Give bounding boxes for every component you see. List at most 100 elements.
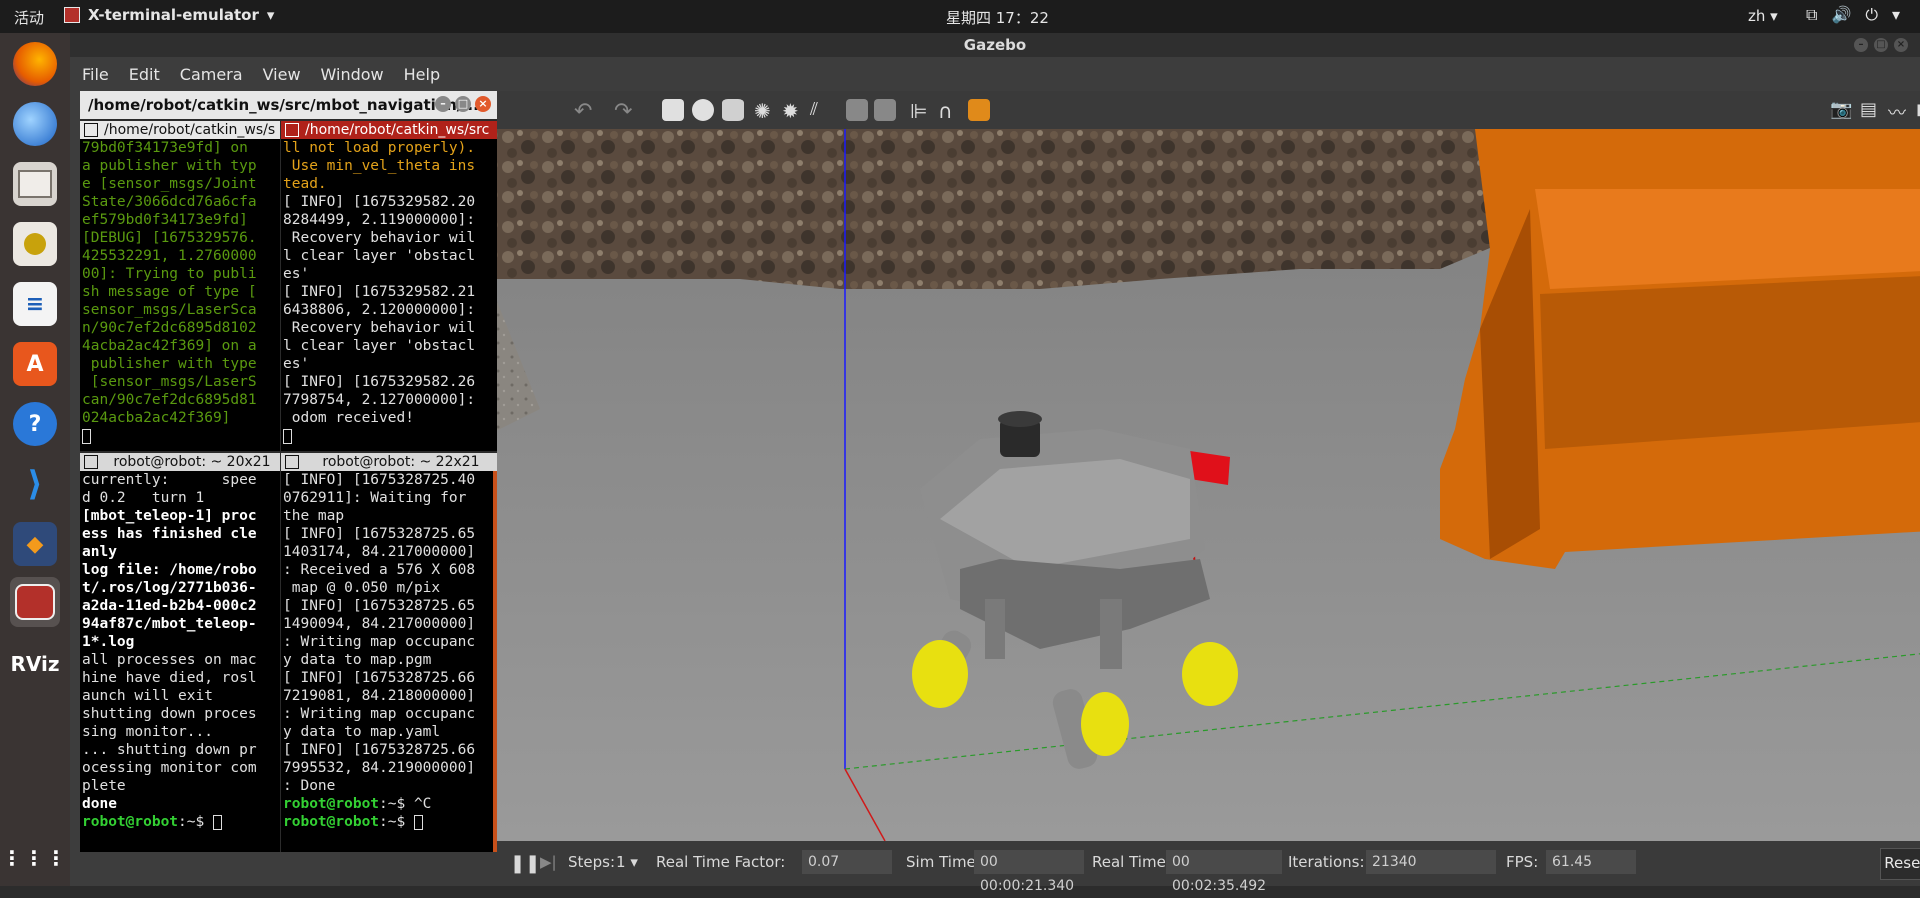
snap-icon[interactable]: ∩ xyxy=(938,99,960,123)
minimize-button[interactable]: – xyxy=(1854,38,1868,52)
terminal-icon[interactable] xyxy=(10,577,60,627)
chevron-down-icon[interactable]: ▾ xyxy=(1892,5,1900,25)
menu-help[interactable]: Help xyxy=(404,65,440,84)
menu-edit[interactable]: Edit xyxy=(129,65,160,84)
output-line: t/.ros/log/2771b036- xyxy=(82,580,257,596)
output-line: 7219081, 84.218000000] xyxy=(283,688,476,704)
software-center-icon[interactable]: A xyxy=(10,339,60,389)
output-line: 94af87c/mbot_teleop- xyxy=(82,616,257,632)
steps-spinner[interactable]: 1 ▾ xyxy=(616,853,638,871)
gazebo-title-bar[interactable]: Gazebo – □ × xyxy=(70,33,1920,57)
output-line: [ INFO] [1675328725.65 xyxy=(283,526,476,542)
undo-icon[interactable]: ↶ xyxy=(574,99,596,124)
language-label: zh xyxy=(1748,7,1766,25)
firefox-icon[interactable] xyxy=(10,39,60,89)
maximize-button[interactable]: □ xyxy=(455,96,471,112)
prompt-line: robot@robot:~$ xyxy=(283,813,475,831)
fps-label: FPS: xyxy=(1506,853,1539,871)
libreoffice-writer-icon[interactable]: ≡ xyxy=(10,279,60,329)
log-icon[interactable]: ▤ xyxy=(1860,99,1882,121)
maximize-button[interactable]: □ xyxy=(1874,38,1888,52)
pane-title-text: /home/robot/catkin_ws/s xyxy=(104,122,276,138)
screenshot-icon[interactable]: 📷 xyxy=(1830,99,1852,121)
pause-icon[interactable]: ❚❚ xyxy=(510,853,540,874)
redo-icon[interactable]: ↷ xyxy=(614,99,636,124)
terminal-pane-bottom-left[interactable]: robot@robot: ~ 20x21 currently: spee d 0.… xyxy=(80,453,280,852)
cursor xyxy=(413,814,423,830)
output-line: 7995532, 84.219000000] xyxy=(283,760,476,776)
app-menu[interactable]: X-terminal-emulator ▾ xyxy=(64,6,274,24)
output-line: ll not load properly). xyxy=(283,140,476,156)
output-line: log file: /home/robo xyxy=(82,562,257,578)
sphere-shape-icon[interactable] xyxy=(692,99,714,121)
rviz-icon[interactable]: RViz xyxy=(10,639,60,689)
output-line: 6438806, 2.120000000]: xyxy=(283,302,476,318)
menu-camera[interactable]: Camera xyxy=(180,65,243,84)
pane-title-text: /home/robot/catkin_ws/src xyxy=(305,122,490,138)
output-line: map @ 0.050 m/pix xyxy=(283,580,441,596)
output-line: [ INFO] [1675329582.20 xyxy=(283,194,476,210)
output-line: l clear layer 'obstacl xyxy=(283,338,476,354)
grid-icon xyxy=(84,123,98,137)
output-line: : Writing map occupanc xyxy=(283,706,476,722)
clock[interactable]: 星期四 17：22 xyxy=(946,7,1049,28)
menu-file[interactable]: File xyxy=(82,65,109,84)
close-button[interactable]: × xyxy=(475,96,491,112)
output-line: y data to map.yaml xyxy=(283,724,441,740)
system-tray[interactable]: ⧉ 🔊 ⏻ ▾ xyxy=(1806,5,1900,25)
prompt-user: robot@robot xyxy=(82,814,179,830)
step-icon[interactable]: ▶| xyxy=(540,853,557,871)
network-icon[interactable]: ⧉ xyxy=(1806,5,1817,25)
scrollbar[interactable] xyxy=(493,471,497,852)
change-view-icon[interactable] xyxy=(968,99,990,121)
reset-time-button[interactable]: Reset Time xyxy=(1880,848,1920,880)
rear-right-wheel xyxy=(1182,642,1238,706)
output-line: 79bd0f34173e9fd] on xyxy=(82,140,248,156)
thunderbird-icon[interactable] xyxy=(10,99,60,149)
terminal-pane-top-left[interactable]: /home/robot/catkin_ws/s 79bd0f34173e9fd]… xyxy=(80,121,280,451)
terminal-pane-top-right[interactable]: /home/robot/catkin_ws/src ll not load pr… xyxy=(281,121,497,451)
vscode-icon[interactable]: ⟩ xyxy=(10,459,60,509)
output-line: [ INFO] [1675328725.66 xyxy=(283,742,476,758)
box-shape-icon[interactable] xyxy=(662,99,684,121)
output-line: tead. xyxy=(283,176,327,192)
sim-time-label: Sim Time: xyxy=(906,853,981,871)
steps-value: 1 xyxy=(616,853,626,871)
prompt-line: robot@robot:~$ ^C xyxy=(283,795,475,813)
files-icon[interactable] xyxy=(10,159,60,209)
help-icon[interactable]: ? xyxy=(10,399,60,449)
copy-icon[interactable] xyxy=(846,99,868,121)
virtualbox-icon[interactable]: ◆ xyxy=(10,519,60,569)
terminal-title-bar[interactable]: /home/robot/catkin_ws/src/mbot_navigatio… xyxy=(80,91,497,119)
spot-light-icon[interactable]: ✹ xyxy=(782,99,804,123)
align-icon[interactable]: ⊫ xyxy=(910,99,932,123)
minimize-button[interactable]: – xyxy=(435,96,451,112)
output-line: 1*.log xyxy=(82,634,135,650)
app-menu-label: X-terminal-emulator xyxy=(88,6,259,24)
input-language[interactable]: zh ▾ xyxy=(1748,7,1778,25)
close-button[interactable]: × xyxy=(1894,38,1908,52)
terminal-title: /home/robot/catkin_ws/src/mbot_navigatio… xyxy=(88,96,485,114)
output-line: [DEBUG] [1675329576. xyxy=(82,230,257,246)
iterations-field: 21340 xyxy=(1366,850,1496,874)
output-line: the map xyxy=(283,508,345,524)
app-grid-icon[interactable]: ⋮⋮⋮ xyxy=(2,833,66,883)
output-line: plete xyxy=(82,778,126,794)
paste-icon[interactable] xyxy=(874,99,896,121)
3d-viewport[interactable] xyxy=(340,129,1920,841)
output-line: all processes on mac xyxy=(82,652,257,668)
real-time-label: Real Time: xyxy=(1092,853,1171,871)
plot-icon[interactable]: 〰 xyxy=(1888,99,1910,124)
menu-view[interactable]: View xyxy=(263,65,301,84)
menu-window[interactable]: Window xyxy=(321,65,384,84)
activities-button[interactable]: 活动 xyxy=(14,7,44,28)
volume-icon[interactable]: 🔊 xyxy=(1831,5,1851,25)
record-video-icon[interactable]: ◼ xyxy=(1916,99,1920,121)
point-light-icon[interactable]: ✺ xyxy=(754,99,776,123)
terminal-pane-bottom-right[interactable]: robot@robot: ~ 22x21 [ INFO] [1675328725… xyxy=(281,453,497,852)
directional-light-icon[interactable]: ⫽ xyxy=(810,99,832,121)
power-icon[interactable]: ⏻ xyxy=(1865,5,1878,25)
rhythmbox-icon[interactable] xyxy=(10,219,60,269)
cylinder-shape-icon[interactable] xyxy=(722,99,744,121)
front-right-wheel xyxy=(1081,692,1129,756)
